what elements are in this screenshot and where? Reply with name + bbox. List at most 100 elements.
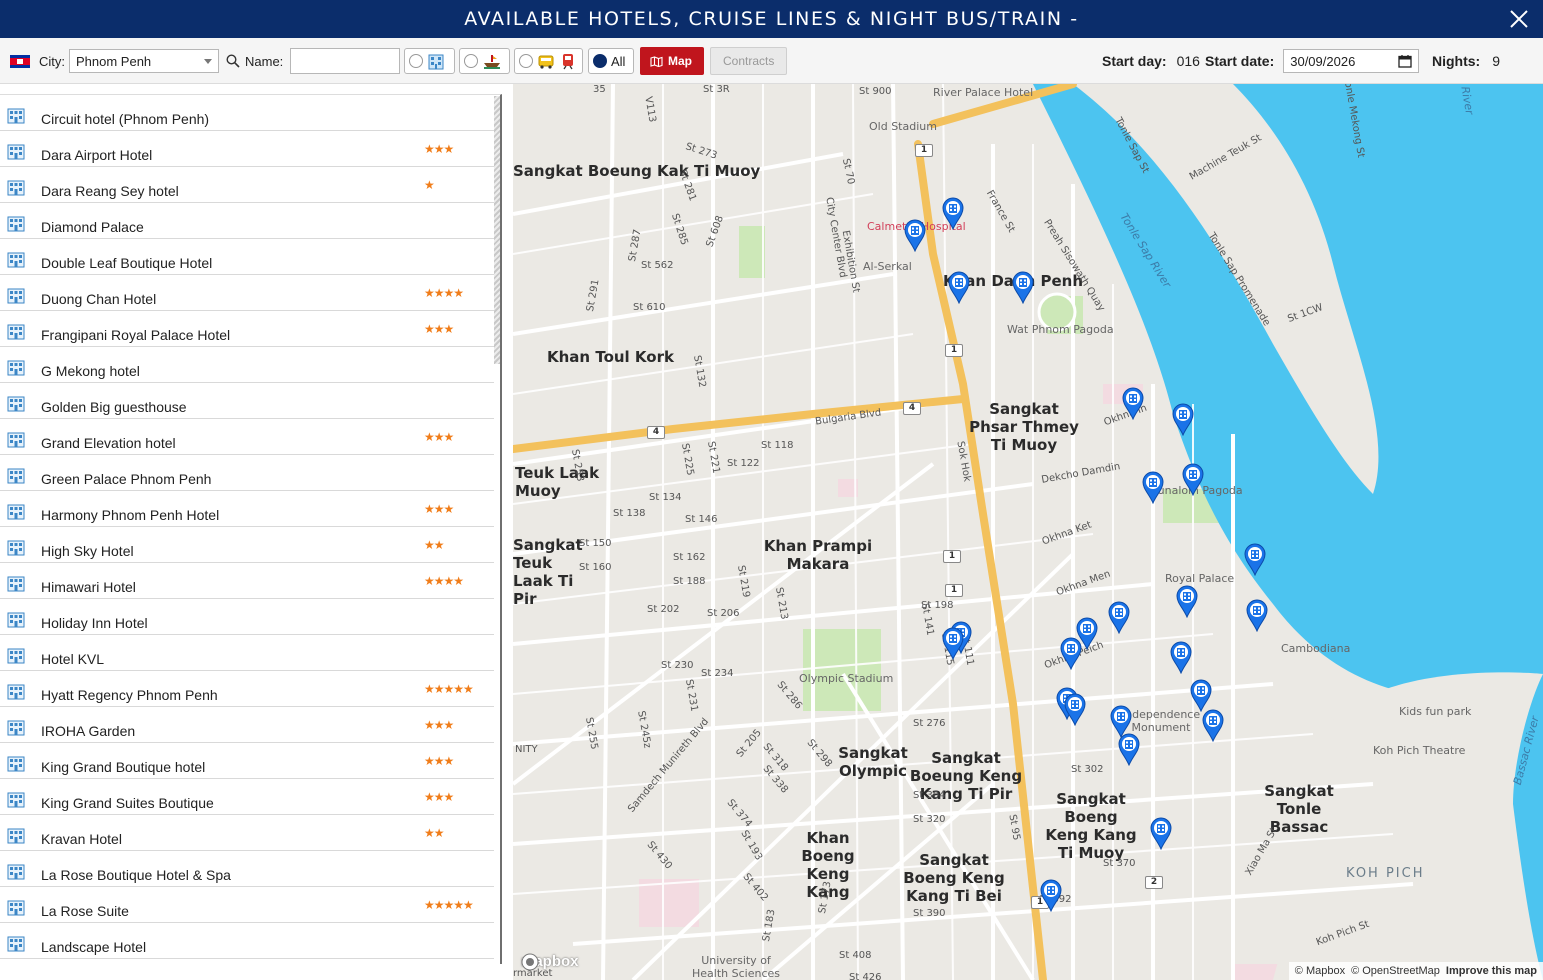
poi-river-palace: River Palace Hotel [933, 86, 1034, 99]
street-label: St 122 [727, 458, 760, 469]
hotel-icon [7, 360, 25, 376]
hotel-list-item[interactable]: King Grand Boutique hotel ★★★ [0, 743, 494, 779]
district-bkk-bei: Sangkat Boeng Keng Kang Ti Bei [903, 851, 1005, 905]
toolbar: City: Phnom Penh Name: All Map Contracts… [0, 38, 1543, 84]
hotel-list-item[interactable]: IROHA Garden ★★★ [0, 707, 494, 743]
all-radio[interactable] [593, 54, 607, 68]
hotel-pin-icon[interactable] [941, 626, 965, 660]
hotel-list-item[interactable]: Grand Elevation hotel ★★★ [0, 419, 494, 455]
hotel-list-item[interactable]: Duong Chan Hotel ★★★★ [0, 275, 494, 311]
street-label: St 320 [913, 814, 946, 825]
hotel-list-item[interactable]: Double Leaf Boutique Hotel [0, 239, 494, 275]
list-scrollbar[interactable] [494, 96, 500, 364]
cruises-radio[interactable] [464, 54, 478, 68]
hotel-pin-icon[interactable] [1181, 462, 1205, 496]
attribution-mapbox[interactable]: © Mapbox [1295, 965, 1345, 977]
hotel-pin-icon[interactable] [1039, 878, 1063, 912]
hotel-pin-icon[interactable] [1169, 640, 1193, 674]
improve-map-link[interactable]: Improve this map [1446, 965, 1537, 977]
hotel-name: Frangipani Royal Palace Hotel [41, 327, 231, 343]
hotel-pin-icon[interactable] [1245, 598, 1269, 632]
hotel-icon [7, 684, 25, 700]
hotel-list-item[interactable]: King Grand Suites Boutique ★★★ [0, 779, 494, 815]
hotel-list-item[interactable]: Green Palace Phnom Penh [0, 455, 494, 491]
hotel-pin-icon[interactable] [1011, 270, 1035, 304]
hotel-name: Golden Big guesthouse [41, 399, 187, 415]
hotel-list-item[interactable]: Dara Reang Sey hotel ★ [0, 167, 494, 203]
city-select[interactable]: Phnom Penh [69, 49, 219, 73]
hotel-pin-icon[interactable] [1107, 600, 1131, 634]
hotel-list-item[interactable]: High Sky Hotel ★★ [0, 527, 494, 563]
map-button[interactable]: Map [640, 47, 704, 75]
district-teuk-laak-pir: Sangkat Teuk Laak Ti Pir [513, 536, 583, 608]
hotel-list-item[interactable]: La Rose Suite ★★★★★ [0, 887, 494, 923]
hotel-icon [7, 756, 25, 772]
hotel-stars: ★★ [424, 538, 444, 552]
hotel-icon [7, 504, 25, 520]
hotel-icon [7, 936, 25, 952]
street-label: St 370 [1103, 858, 1136, 869]
map-view[interactable]: Sangkat Boeung Kak Ti Muoy Khan Toul Kor… [513, 84, 1543, 980]
hotel-list-item[interactable]: Circuit hotel (Phnom Penh) [0, 95, 494, 131]
transport-radio[interactable] [519, 54, 533, 68]
hotel-pin-icon[interactable] [1121, 386, 1145, 420]
hotel-pin-icon[interactable] [1171, 402, 1195, 436]
start-date-input[interactable]: 30/09/2026 [1283, 49, 1420, 73]
hotel-stars: ★★★ [424, 322, 454, 336]
nights-value: 9 [1492, 53, 1501, 69]
hotel-list-item[interactable]: Diamond Palace [0, 203, 494, 239]
hotel-list-item[interactable]: Frangipani Royal Palace Hotel ★★★ [0, 311, 494, 347]
hotel-stars: ★ [424, 178, 435, 192]
mapbox-logo[interactable]: mapbox [521, 953, 579, 971]
hotel-list[interactable]: Circuit hotel (Phnom Penh) Dara Airport H… [0, 94, 502, 964]
hotel-list-item[interactable]: Hyatt Regency Phnom Penh ★★★★★ [0, 671, 494, 707]
hotel-list-item[interactable]: Hotel KVL [0, 635, 494, 671]
type-filter-transport[interactable] [514, 38, 583, 84]
poi-wat-phnom: Wat Phnom Pagoda [1007, 323, 1114, 336]
type-filter-all[interactable]: All [588, 38, 634, 84]
hotel-pin-icon[interactable] [941, 196, 965, 230]
hotel-list-item[interactable]: Himawari Hotel ★★★★ [0, 563, 494, 599]
hotel-pin-icon[interactable] [1189, 678, 1213, 712]
mapbox-logo-icon [521, 953, 539, 971]
hotel-list-item[interactable]: Landscape Hotel [0, 923, 494, 959]
hotel-pin-icon[interactable] [1201, 708, 1225, 742]
map-canvas[interactable] [513, 84, 1543, 980]
bus-icon [538, 55, 554, 69]
map-button-wrap: Map [640, 38, 704, 84]
hotel-pin-icon[interactable] [1243, 542, 1267, 576]
hotel-pin-icon[interactable] [1063, 692, 1087, 726]
hotel-list-item[interactable]: Golden Big guesthouse [0, 383, 494, 419]
road-shield: 1 [945, 584, 963, 597]
hotel-list-item[interactable]: Kravan Hotel ★★ [0, 815, 494, 851]
hotel-list-item[interactable]: Harmony Phnom Penh Hotel ★★★ [0, 491, 494, 527]
attribution-osm[interactable]: © OpenStreetMap [1351, 965, 1440, 977]
type-filter-hotels[interactable] [404, 38, 455, 84]
hotel-pin-icon[interactable] [903, 218, 927, 252]
close-icon[interactable] [1509, 9, 1529, 29]
type-filter-cruises[interactable] [459, 38, 510, 84]
hotel-list-item[interactable]: G Mekong hotel [0, 347, 494, 383]
hotel-list-item[interactable]: La Rose Boutique Hotel & Spa [0, 851, 494, 887]
street-label: St 134 [649, 492, 682, 503]
hotel-pin-icon[interactable] [1175, 584, 1199, 618]
contracts-button[interactable]: Contracts [710, 47, 788, 75]
city-filter: City: Phnom Penh [10, 38, 219, 84]
hotel-list-item[interactable]: Holiday Inn Hotel [0, 599, 494, 635]
hotel-pin-icon[interactable] [1059, 636, 1083, 670]
hotel-name: Green Palace Phnom Penh [41, 471, 212, 487]
hotel-list-item[interactable]: Dara Airport Hotel ★★★ [0, 131, 494, 167]
hotel-name: Hyatt Regency Phnom Penh [41, 687, 218, 703]
hotel-name: Dara Airport Hotel [41, 147, 153, 163]
name-input[interactable] [290, 48, 401, 74]
calendar-icon[interactable] [1398, 54, 1412, 68]
hotel-pin-icon[interactable] [1149, 816, 1173, 850]
street-label: St 562 [641, 260, 674, 271]
hotel-pin-icon[interactable] [1117, 732, 1141, 766]
hotel-name: Diamond Palace [41, 219, 144, 235]
hotel-pin-icon[interactable] [1141, 470, 1165, 504]
hotel-pin-icon[interactable] [947, 270, 971, 304]
hotel-name: Kravan Hotel [41, 831, 122, 847]
hotel-stars: ★★★★ [424, 286, 464, 300]
hotels-radio[interactable] [409, 54, 423, 68]
